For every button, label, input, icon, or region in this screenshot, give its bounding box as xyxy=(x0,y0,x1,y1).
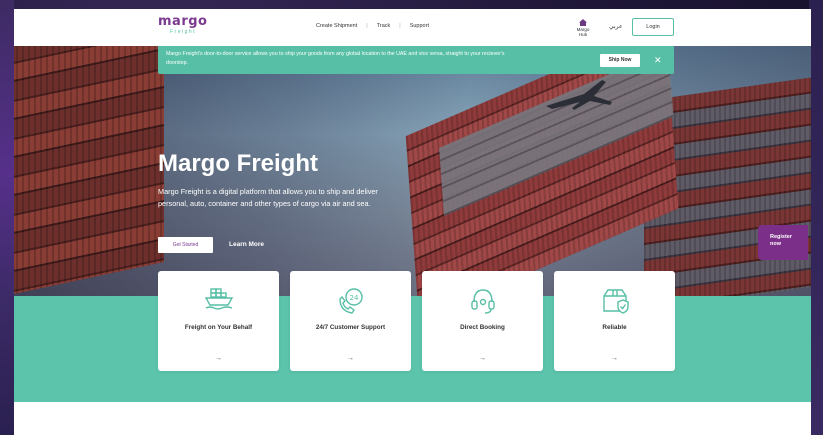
ship-now-button[interactable]: Ship Now xyxy=(600,54,640,67)
register-label-line2: now xyxy=(770,241,781,247)
nav-links: Create Shipment | Track | Support xyxy=(316,23,429,29)
website-page: Margo Freight Margo Freight is a digital… xyxy=(14,9,811,435)
shield-box-icon xyxy=(602,289,629,314)
nav-support[interactable]: Support xyxy=(410,23,429,29)
hero-title: Margo Freight xyxy=(158,150,318,177)
support-24-icon: 24 xyxy=(338,288,363,314)
banner-text: Margo Freight's door-to-door service all… xyxy=(166,51,505,66)
arrow-right-icon[interactable]: → xyxy=(422,355,543,362)
login-button[interactable]: Login xyxy=(632,18,674,36)
svg-text:24: 24 xyxy=(349,294,358,302)
logo-text: margo xyxy=(158,14,208,29)
feature-card-title: 24/7 Customer Support xyxy=(315,324,386,331)
feature-cards: Freight on Your Behalf → 24 24/7 Custome… xyxy=(158,271,675,371)
airplane-icon xyxy=(546,80,612,110)
close-icon[interactable]: ✕ xyxy=(654,54,662,66)
hero-section: Margo Freight Margo Freight is a digital… xyxy=(14,46,811,296)
arrow-right-icon[interactable]: → xyxy=(554,355,675,362)
nav-separator: | xyxy=(366,23,368,29)
register-now-button[interactable]: Register now xyxy=(758,225,808,260)
info-banner: Margo Freight's door-to-door service all… xyxy=(158,46,674,74)
feature-card-title: Direct Booking xyxy=(460,324,505,331)
feature-card-title: Reliable xyxy=(602,324,627,331)
get-started-button[interactable]: Get Started xyxy=(158,237,213,253)
page-bottom-area xyxy=(14,402,811,435)
feature-card-reliable[interactable]: Reliable → xyxy=(554,271,675,371)
margo-hub-label: Margo Hub xyxy=(576,27,590,37)
home-icon xyxy=(579,19,587,26)
feature-card-support[interactable]: 24 24/7 Customer Support → xyxy=(290,271,411,371)
nav-create-shipment[interactable]: Create Shipment xyxy=(316,23,357,29)
feature-card-freight[interactable]: Freight on Your Behalf → xyxy=(158,271,279,371)
container-stack-left xyxy=(14,46,164,296)
nav-separator: | xyxy=(399,23,401,29)
nav-track[interactable]: Track xyxy=(377,23,391,29)
learn-more-link[interactable]: Learn More xyxy=(229,241,264,248)
margo-hub-link[interactable]: Margo Hub xyxy=(572,19,594,37)
register-label-line1: Register xyxy=(770,234,793,240)
arrow-right-icon[interactable]: → xyxy=(158,355,279,362)
right-background-strip xyxy=(809,0,823,435)
feature-card-title: Freight on Your Behalf xyxy=(184,324,253,331)
logo-subtext: Freight xyxy=(170,29,197,35)
cargo-ship-icon xyxy=(204,288,233,310)
language-toggle[interactable]: عربي xyxy=(609,23,623,30)
hero-description: Margo Freight is a digital platform that… xyxy=(158,187,378,208)
headset-icon xyxy=(470,289,495,314)
feature-card-booking[interactable]: Direct Booking → xyxy=(422,271,543,371)
top-navbar: margo Freight Create Shipment | Track | … xyxy=(14,9,811,46)
left-background-strip xyxy=(0,0,14,435)
arrow-right-icon[interactable]: → xyxy=(290,355,411,362)
margo-logo[interactable]: margo Freight xyxy=(158,15,208,39)
